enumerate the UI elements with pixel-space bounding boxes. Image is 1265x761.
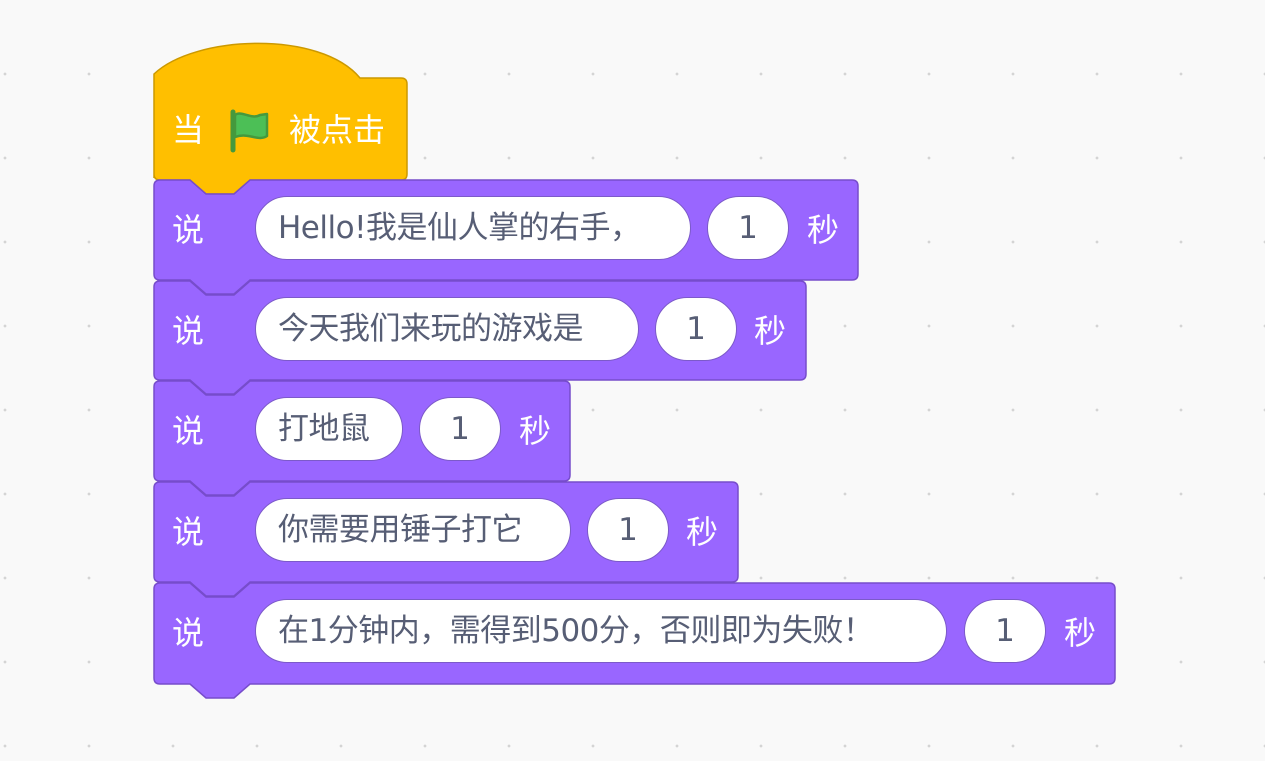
say-block[interactable]: 说 打地鼠 1 秒 [154,381,570,483]
when-label: 当 [172,111,205,149]
message-input[interactable]: 打地鼠 [255,397,403,461]
say-label: 说 [172,614,205,652]
green-flag-icon [230,109,269,153]
seconds-input[interactable]: 1 [655,297,737,361]
message-input[interactable]: 在1分钟内，需得到500分，否则即为失败！ [255,599,947,663]
seconds-input[interactable]: 1 [419,397,501,461]
seconds-unit-label: 秒 [519,412,552,450]
seconds-unit-label: 秒 [754,312,787,350]
seconds-input[interactable]: 1 [707,196,789,260]
say-label: 说 [172,312,205,350]
say-block[interactable]: 说 在1分钟内，需得到500分，否则即为失败！ 1 秒 [154,583,1115,685]
clicked-label: 被点击 [289,111,386,149]
say-block[interactable]: 说 今天我们来玩的游戏是 1 秒 [154,281,806,383]
seconds-input[interactable]: 1 [587,498,669,562]
say-block[interactable]: 说 Hello!我是仙人掌的右手， 1 秒 [154,180,858,282]
message-input[interactable]: Hello!我是仙人掌的右手， [255,196,691,260]
say-label: 说 [172,412,205,450]
say-block[interactable]: 说 你需要用锤子打它 1 秒 [154,482,738,584]
seconds-input[interactable]: 1 [964,599,1046,663]
seconds-unit-label: 秒 [1064,614,1097,652]
message-input[interactable]: 今天我们来玩的游戏是 [255,297,639,361]
say-label: 说 [172,211,205,249]
seconds-unit-label: 秒 [807,211,840,249]
say-label: 说 [172,513,205,551]
message-input[interactable]: 你需要用锤子打它 [255,498,571,562]
code-workspace[interactable]: 当 被点击 说 Hello!我是仙人掌的右手， 1 秒 说 今天我们来玩的游戏是… [0,0,1265,761]
seconds-unit-label: 秒 [686,513,719,551]
